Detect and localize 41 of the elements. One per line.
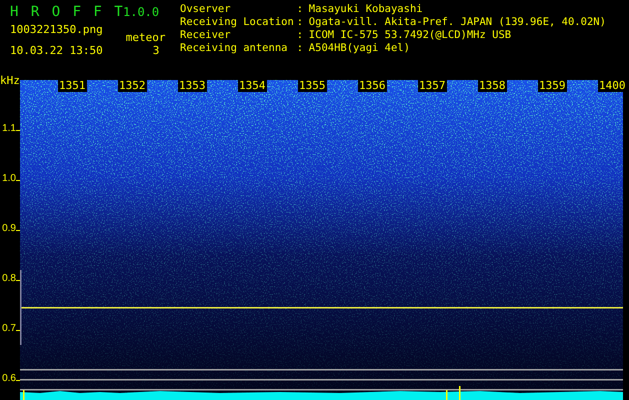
info-value: Masayuki Kobayashi [308,3,424,16]
separator: : [296,42,304,55]
y-axis-unit: kHz [0,74,20,87]
meteor-label: meteor [126,31,166,44]
time-label: 1359 [538,80,566,92]
info-label: Receiving Location [180,16,295,29]
y-axis-tick [16,130,20,131]
time-label: 1357 [418,80,446,92]
separator: : [296,16,304,29]
time-label: 1356 [358,80,386,92]
time-label: 1351 [58,80,86,92]
separator: : [296,29,304,42]
file-name: 1003221350.png [10,23,103,38]
time-label: 1353 [178,80,206,92]
y-axis-label: 0.6 [2,373,16,384]
app-version: 1.0.0 [123,5,160,19]
info-value: Ogata-vill. Akita-Pref. JAPAN (139.96E, 40.02N) [308,16,606,29]
y-axis-label: 0.9 [2,223,16,234]
time-label: 1355 [298,80,326,92]
info-value: ICOM IC-575 53.7492(@LCD)MHz USB [308,29,512,42]
time-label: 1354 [238,80,266,92]
info-label: Receiving antenna [180,42,288,55]
app-title: H R O F F T [10,4,123,20]
separator: : [296,3,304,16]
y-axis-label: 1.0 [2,173,16,184]
info-label: Ovserver [180,3,232,16]
y-axis-tick [16,180,20,181]
y-axis-tick [16,330,20,331]
time-label: 1358 [478,80,506,92]
info-label: Receiver [180,29,232,42]
y-axis-label: 0.7 [2,323,16,334]
meteor-count: 3 [152,44,160,57]
time-label: 1352 [118,80,146,92]
y-axis-label: 1.1 [2,123,16,134]
time-label: 1400 [598,80,626,92]
y-axis-tick [16,380,20,381]
y-axis-label: 0.8 [2,273,16,284]
y-axis-tick [16,230,20,231]
timestamp: 10.03.22 13:50 [10,44,103,57]
info-value: A504HB(yagi 4el) [308,42,411,55]
y-axis-tick [16,280,20,281]
